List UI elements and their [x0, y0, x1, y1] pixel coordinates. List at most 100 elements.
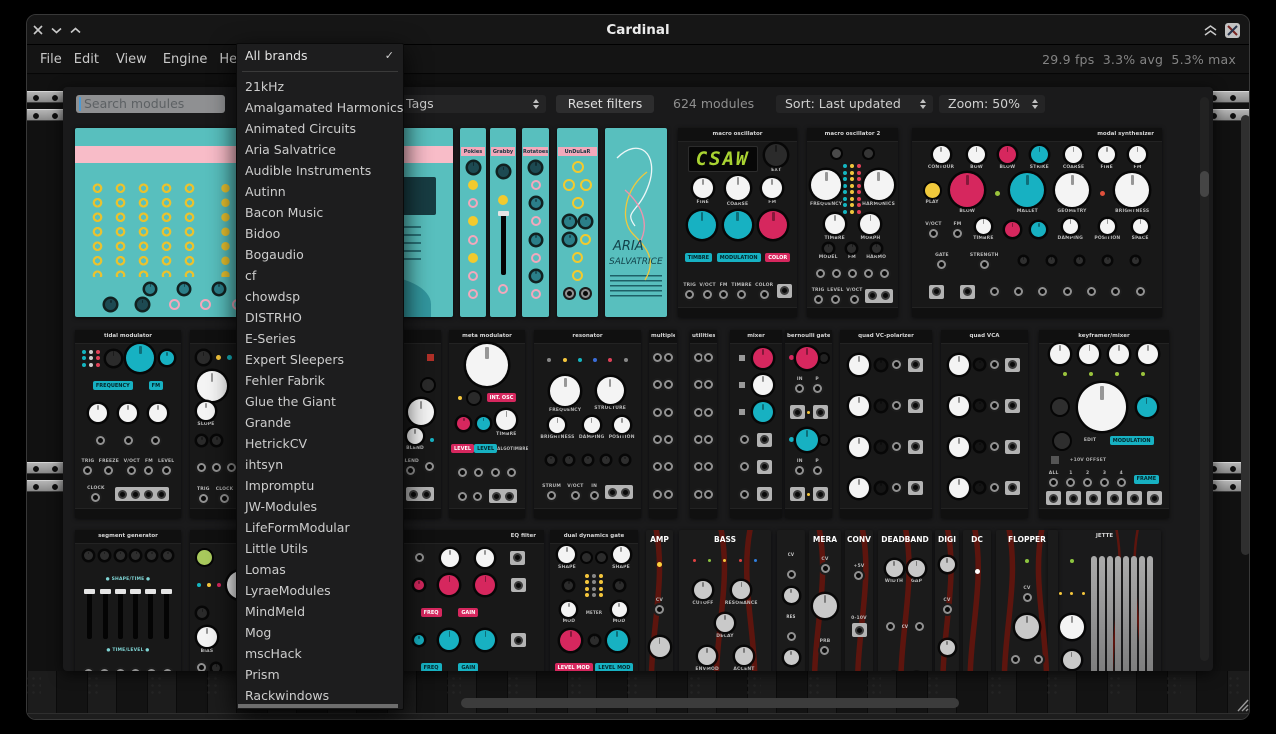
knob[interactable] — [476, 549, 494, 567]
slider[interactable] — [103, 591, 108, 639]
horizontal-scrollbar[interactable] — [461, 698, 959, 708]
slider[interactable] — [87, 591, 92, 639]
output-port-group[interactable] — [813, 405, 828, 419]
knob[interactable] — [796, 347, 818, 369]
menu-engine[interactable]: Engine — [163, 52, 208, 67]
knob[interactable] — [564, 216, 575, 227]
port[interactable] — [1011, 655, 1020, 664]
output-port-group[interactable] — [1005, 358, 1020, 372]
port[interactable] — [565, 289, 574, 298]
port[interactable] — [694, 408, 703, 417]
knob[interactable] — [949, 396, 969, 416]
output-port-group[interactable] — [757, 487, 772, 501]
port[interactable] — [740, 462, 749, 471]
app-logo-icon[interactable] — [1225, 23, 1240, 38]
brand-menu-item[interactable]: Bogaudio — [237, 244, 403, 265]
port[interactable] — [864, 269, 873, 278]
knob[interactable] — [565, 456, 573, 464]
port[interactable] — [694, 435, 703, 444]
output-port-group[interactable] — [908, 399, 923, 413]
knob[interactable] — [688, 211, 716, 239]
module-preview-utilities[interactable]: utilities — [690, 330, 717, 518]
port[interactable] — [892, 442, 901, 451]
knob[interactable] — [940, 640, 955, 655]
port[interactable] — [787, 632, 796, 641]
output-port-group[interactable] — [1005, 481, 1020, 495]
port[interactable] — [915, 622, 924, 631]
port[interactable] — [197, 463, 206, 472]
knob[interactable] — [477, 417, 490, 430]
module-preview-macro-oscillator-2[interactable]: macro oscillator 2FREQUENCYHARMONICSTIMB… — [807, 128, 898, 317]
knob[interactable] — [784, 650, 799, 665]
button[interactable] — [864, 149, 873, 158]
tags-dropdown[interactable]: Tags — [397, 95, 546, 113]
output-port-group[interactable] — [115, 487, 169, 501]
knob[interactable] — [590, 636, 599, 645]
brand-menu-item[interactable]: 21kHz — [237, 76, 403, 97]
knob[interactable] — [560, 630, 581, 651]
knob[interactable] — [876, 442, 886, 452]
brand-menu-item[interactable]: Amalgamated Harmonics — [237, 97, 403, 118]
output-port-group[interactable] — [1107, 491, 1122, 505]
module-preview-resonator[interactable]: resonatorFREQUENCYSTRUCTUREBRIGHTNESSDAM… — [534, 330, 641, 518]
output-port-group[interactable] — [790, 487, 805, 501]
port[interactable] — [704, 408, 713, 417]
port[interactable] — [84, 669, 93, 671]
menu-scrollbar[interactable] — [238, 704, 398, 708]
port[interactable] — [653, 490, 662, 499]
port[interactable] — [740, 490, 749, 499]
port[interactable] — [892, 360, 901, 369]
port[interactable] — [787, 570, 796, 579]
port[interactable] — [832, 269, 841, 278]
port[interactable] — [1014, 287, 1023, 296]
button[interactable] — [820, 354, 828, 362]
knob[interactable] — [89, 404, 107, 422]
knob[interactable] — [849, 355, 869, 375]
port[interactable] — [507, 468, 516, 477]
menu-edit[interactable]: Edit — [74, 52, 99, 67]
button[interactable] — [422, 379, 434, 391]
output-port-group[interactable] — [757, 433, 772, 447]
port[interactable] — [458, 492, 467, 501]
knob[interactable] — [796, 429, 818, 451]
port[interactable] — [1034, 655, 1043, 664]
module-preview[interactable]: CVRESDECAY — [777, 530, 805, 671]
module-preview-tidal-modulator[interactable]: tidal modulatorFREQUENCYFMTRIGFREEZEV/OC… — [75, 330, 181, 518]
port[interactable] — [1111, 287, 1120, 296]
knob[interactable] — [1015, 615, 1039, 639]
brand-menu-item[interactable]: E-Series — [237, 328, 403, 349]
port[interactable] — [704, 380, 713, 389]
knob[interactable] — [1050, 344, 1070, 364]
knob[interactable] — [530, 162, 541, 173]
button[interactable] — [468, 392, 480, 404]
port[interactable] — [704, 490, 713, 499]
port[interactable] — [694, 353, 703, 362]
knob[interactable] — [439, 575, 459, 595]
knob[interactable] — [1137, 397, 1157, 417]
knob[interactable] — [163, 551, 172, 560]
port[interactable] — [892, 483, 901, 492]
module-preview-modal-synthesizer[interactable]: modal synthesizerCONTOURBOWBLOWSTRIKECOA… — [912, 128, 1162, 317]
menu-view[interactable]: View — [116, 52, 147, 67]
port[interactable] — [740, 435, 749, 444]
knob[interactable] — [197, 371, 227, 401]
knob[interactable] — [466, 344, 508, 386]
output-port-group[interactable] — [1127, 491, 1142, 505]
brand-menu-item[interactable]: Prism — [237, 664, 403, 685]
module-preview-mera[interactable]: MERACVPRB — [809, 530, 841, 671]
knob[interactable] — [1104, 257, 1111, 264]
knob[interactable] — [414, 635, 424, 645]
module-preview-amp[interactable]: AMPCVIN — [646, 530, 673, 671]
output-port-group[interactable] — [1005, 399, 1020, 413]
brand-menu-item[interactable]: LifeFormModular — [237, 517, 403, 538]
port[interactable] — [581, 289, 590, 298]
output-port-group[interactable] — [406, 487, 434, 501]
port[interactable] — [664, 353, 673, 362]
module-preview-quad-vca[interactable]: quad VCA — [941, 330, 1028, 518]
module-preview-jette[interactable]: JETTEINPUT — [1048, 530, 1161, 671]
knob[interactable] — [1079, 344, 1099, 364]
brand-menu-item[interactable]: Bacon Music — [237, 202, 403, 223]
shade-icon[interactable] — [1204, 25, 1217, 36]
port[interactable] — [227, 463, 236, 472]
module-preview-dc[interactable]: DCIN — [963, 530, 991, 671]
